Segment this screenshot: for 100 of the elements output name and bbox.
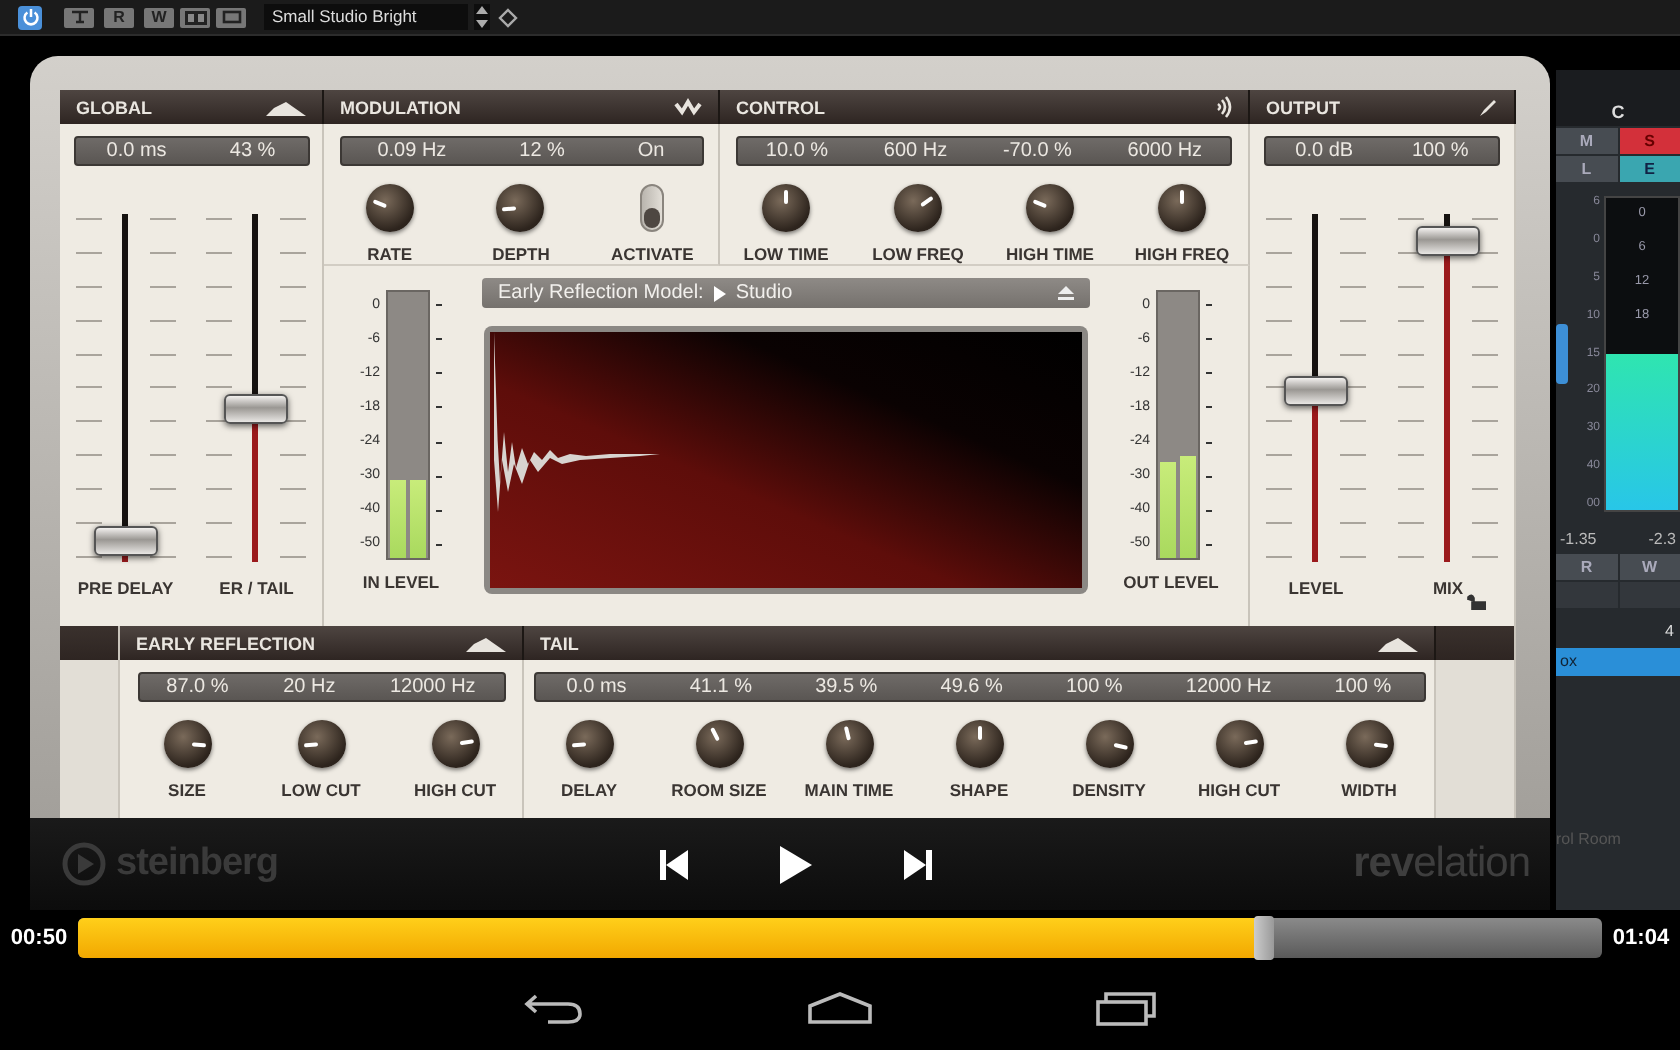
knob[interactable] bbox=[1345, 720, 1393, 768]
meter-label: OUT LEVEL bbox=[1123, 572, 1219, 592]
knob-label: HIGH CUT bbox=[413, 780, 497, 800]
knob-label: DENSITY bbox=[1072, 780, 1146, 800]
solo-button[interactable]: S bbox=[1619, 128, 1680, 154]
spinner-icon[interactable] bbox=[474, 4, 490, 30]
waveform-icon bbox=[674, 98, 702, 116]
readout-value: 39.5 % bbox=[815, 676, 878, 698]
fader-handle[interactable] bbox=[1556, 324, 1568, 384]
knob-label: RATE bbox=[367, 244, 413, 264]
readout-value: 600 Hz bbox=[883, 140, 948, 162]
readout-value: 0.09 Hz bbox=[377, 140, 447, 162]
home-icon[interactable] bbox=[808, 991, 872, 1023]
readout-value: 49.6 % bbox=[940, 676, 1003, 698]
fader-handle[interactable] bbox=[224, 394, 289, 425]
knob[interactable] bbox=[431, 720, 479, 768]
sound-icon bbox=[1216, 96, 1232, 118]
ramp-icon bbox=[1374, 634, 1418, 652]
back-icon[interactable] bbox=[524, 991, 584, 1023]
readout-value: 0.0 ms bbox=[566, 676, 627, 698]
fader-handle[interactable] bbox=[1416, 226, 1480, 257]
track-number: 4 bbox=[1665, 622, 1674, 640]
eject-icon bbox=[1058, 286, 1074, 300]
readout-value: On bbox=[637, 140, 665, 162]
fader-label: LEVEL bbox=[1288, 578, 1344, 598]
knob[interactable] bbox=[894, 184, 942, 232]
toolbar-button[interactable]: W bbox=[144, 7, 174, 27]
readout-value: 100 % bbox=[1065, 676, 1123, 698]
progress-handle[interactable] bbox=[1253, 915, 1274, 959]
automation-button[interactable]: R bbox=[1556, 554, 1617, 580]
knob-label: HIGH TIME bbox=[1006, 244, 1094, 264]
compare-button[interactable] bbox=[180, 7, 210, 27]
readout-value: 100 % bbox=[1334, 676, 1392, 698]
readout-value: 0.0 ms bbox=[106, 140, 167, 162]
readout-value: 0.0 dB bbox=[1295, 140, 1354, 162]
readout-value: 20 Hz bbox=[283, 676, 336, 698]
knob-label: HIGH CUT bbox=[1197, 780, 1281, 800]
readout-value: 100 % bbox=[1411, 140, 1469, 162]
knob-label: HIGH FREQ bbox=[1134, 244, 1230, 264]
track-bar[interactable]: ox bbox=[1556, 648, 1680, 676]
preset-field[interactable]: Small Studio Bright bbox=[264, 4, 468, 30]
knob[interactable] bbox=[163, 720, 211, 768]
knob[interactable] bbox=[496, 184, 545, 232]
knob[interactable] bbox=[825, 720, 873, 768]
meter-label: IN LEVEL bbox=[362, 572, 440, 592]
knob[interactable] bbox=[762, 184, 810, 232]
section-title: TAIL bbox=[540, 633, 579, 653]
ramp-icon bbox=[262, 98, 306, 116]
readout-value: 10.0 % bbox=[765, 140, 829, 162]
knob-label: MAIN TIME bbox=[804, 780, 894, 800]
knob[interactable] bbox=[365, 184, 414, 232]
recent-apps-icon[interactable] bbox=[1096, 989, 1156, 1025]
toggle-switch[interactable] bbox=[640, 184, 665, 232]
readout-value: 43 % bbox=[229, 140, 276, 162]
readout-value: 12000 Hz bbox=[390, 676, 476, 698]
knob-label: LOW CUT bbox=[281, 780, 361, 800]
knob[interactable] bbox=[565, 720, 613, 768]
pen-icon bbox=[1478, 97, 1498, 117]
diamond-icon[interactable] bbox=[498, 7, 518, 27]
elapsed-time: 00:50 bbox=[8, 925, 70, 949]
fader-handle[interactable] bbox=[1284, 375, 1348, 405]
readout-value: 12 % bbox=[519, 140, 565, 162]
section-title: MODULATION bbox=[340, 97, 461, 117]
readout-value: 6000 Hz bbox=[1127, 140, 1203, 162]
knob-label: SIZE bbox=[168, 780, 206, 800]
fader-label: ER / TAIL bbox=[219, 578, 294, 598]
edit-button[interactable]: E bbox=[1619, 156, 1680, 182]
knob[interactable] bbox=[297, 720, 345, 768]
automation-button[interactable]: W bbox=[1619, 554, 1680, 580]
model-dropdown[interactable]: Early Reflection Model: Studio bbox=[482, 278, 1090, 308]
power-button[interactable] bbox=[18, 5, 42, 29]
listen-button[interactable]: L bbox=[1556, 156, 1617, 182]
toolbar-button[interactable]: R bbox=[104, 7, 134, 27]
knob-label: LOW TIME bbox=[743, 244, 829, 264]
bypass-button[interactable] bbox=[64, 7, 94, 27]
section-title: CONTROL bbox=[736, 97, 825, 117]
gain-reading: -1.35 bbox=[1560, 530, 1597, 548]
triangle-icon bbox=[713, 285, 726, 301]
knob[interactable] bbox=[1158, 184, 1206, 232]
section-title: GLOBAL bbox=[76, 97, 152, 117]
section-title: EARLY REFLECTION bbox=[136, 633, 316, 653]
mute-button[interactable]: M bbox=[1556, 128, 1617, 154]
readout-value: 12000 Hz bbox=[1185, 676, 1272, 698]
knob[interactable] bbox=[1215, 720, 1263, 768]
readout-value: -70.0 % bbox=[1002, 140, 1072, 162]
section-title: OUTPUT bbox=[1266, 97, 1340, 117]
knob[interactable] bbox=[955, 720, 1003, 768]
gain-reading: -2.3 bbox=[1648, 530, 1676, 548]
knob[interactable] bbox=[1026, 184, 1074, 232]
knob-label: DEPTH bbox=[492, 244, 550, 264]
switch-label: ACTIVATE bbox=[611, 244, 694, 264]
total-time: 01:04 bbox=[1610, 925, 1672, 949]
progress-track[interactable] bbox=[78, 917, 1602, 957]
knob[interactable] bbox=[1085, 720, 1133, 768]
readout-value: 41.1 % bbox=[689, 676, 752, 698]
lock-icon[interactable] bbox=[1466, 594, 1486, 610]
knob[interactable] bbox=[695, 720, 743, 768]
fader-handle[interactable] bbox=[93, 526, 158, 557]
window-button[interactable] bbox=[216, 7, 246, 27]
knob-label: LOW FREQ bbox=[872, 244, 964, 264]
